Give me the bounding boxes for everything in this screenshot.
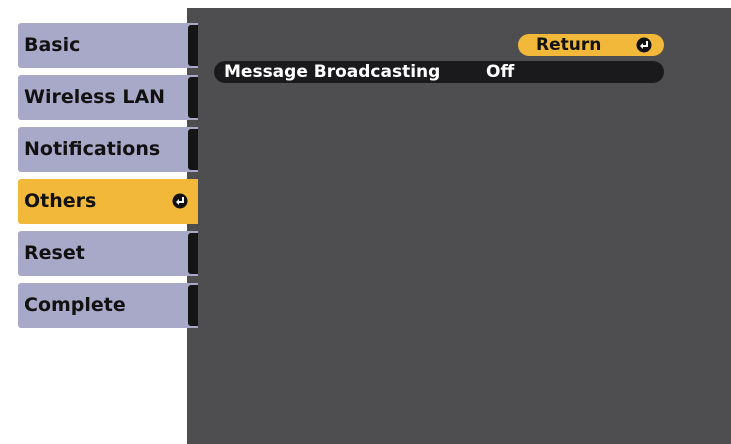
setting-value: Off bbox=[486, 62, 515, 82]
sidebar-item-label: Reset bbox=[24, 242, 85, 264]
setting-label: Message Broadcasting bbox=[224, 62, 441, 82]
sidebar-item-basic[interactable]: Basic bbox=[18, 23, 198, 68]
enter-icon bbox=[172, 193, 188, 209]
return-button[interactable]: Return bbox=[518, 34, 664, 56]
sidebar-item-label: Others bbox=[24, 190, 97, 212]
enter-icon bbox=[636, 37, 652, 53]
sidebar-item-label: Basic bbox=[24, 34, 81, 56]
sidebar-item-complete[interactable]: Complete bbox=[18, 283, 198, 328]
sidebar-item-label: Wireless LAN bbox=[24, 86, 166, 108]
sidebar-item-label: Notifications bbox=[24, 138, 161, 160]
sidebar-item-label: Complete bbox=[24, 294, 126, 316]
sidebar-item-notifications[interactable]: Notifications bbox=[18, 127, 198, 172]
sidebar-item-others[interactable]: Others bbox=[18, 179, 198, 224]
sidebar-item-wireless-lan[interactable]: Wireless LAN bbox=[18, 75, 198, 120]
sidebar-item-reset[interactable]: Reset bbox=[18, 231, 198, 276]
message-broadcasting-setting[interactable]: Message Broadcasting Off bbox=[214, 61, 664, 83]
return-button-label: Return bbox=[536, 35, 602, 55]
projector-network-menu: Basic Wireless LAN Notifications Others … bbox=[0, 0, 731, 444]
